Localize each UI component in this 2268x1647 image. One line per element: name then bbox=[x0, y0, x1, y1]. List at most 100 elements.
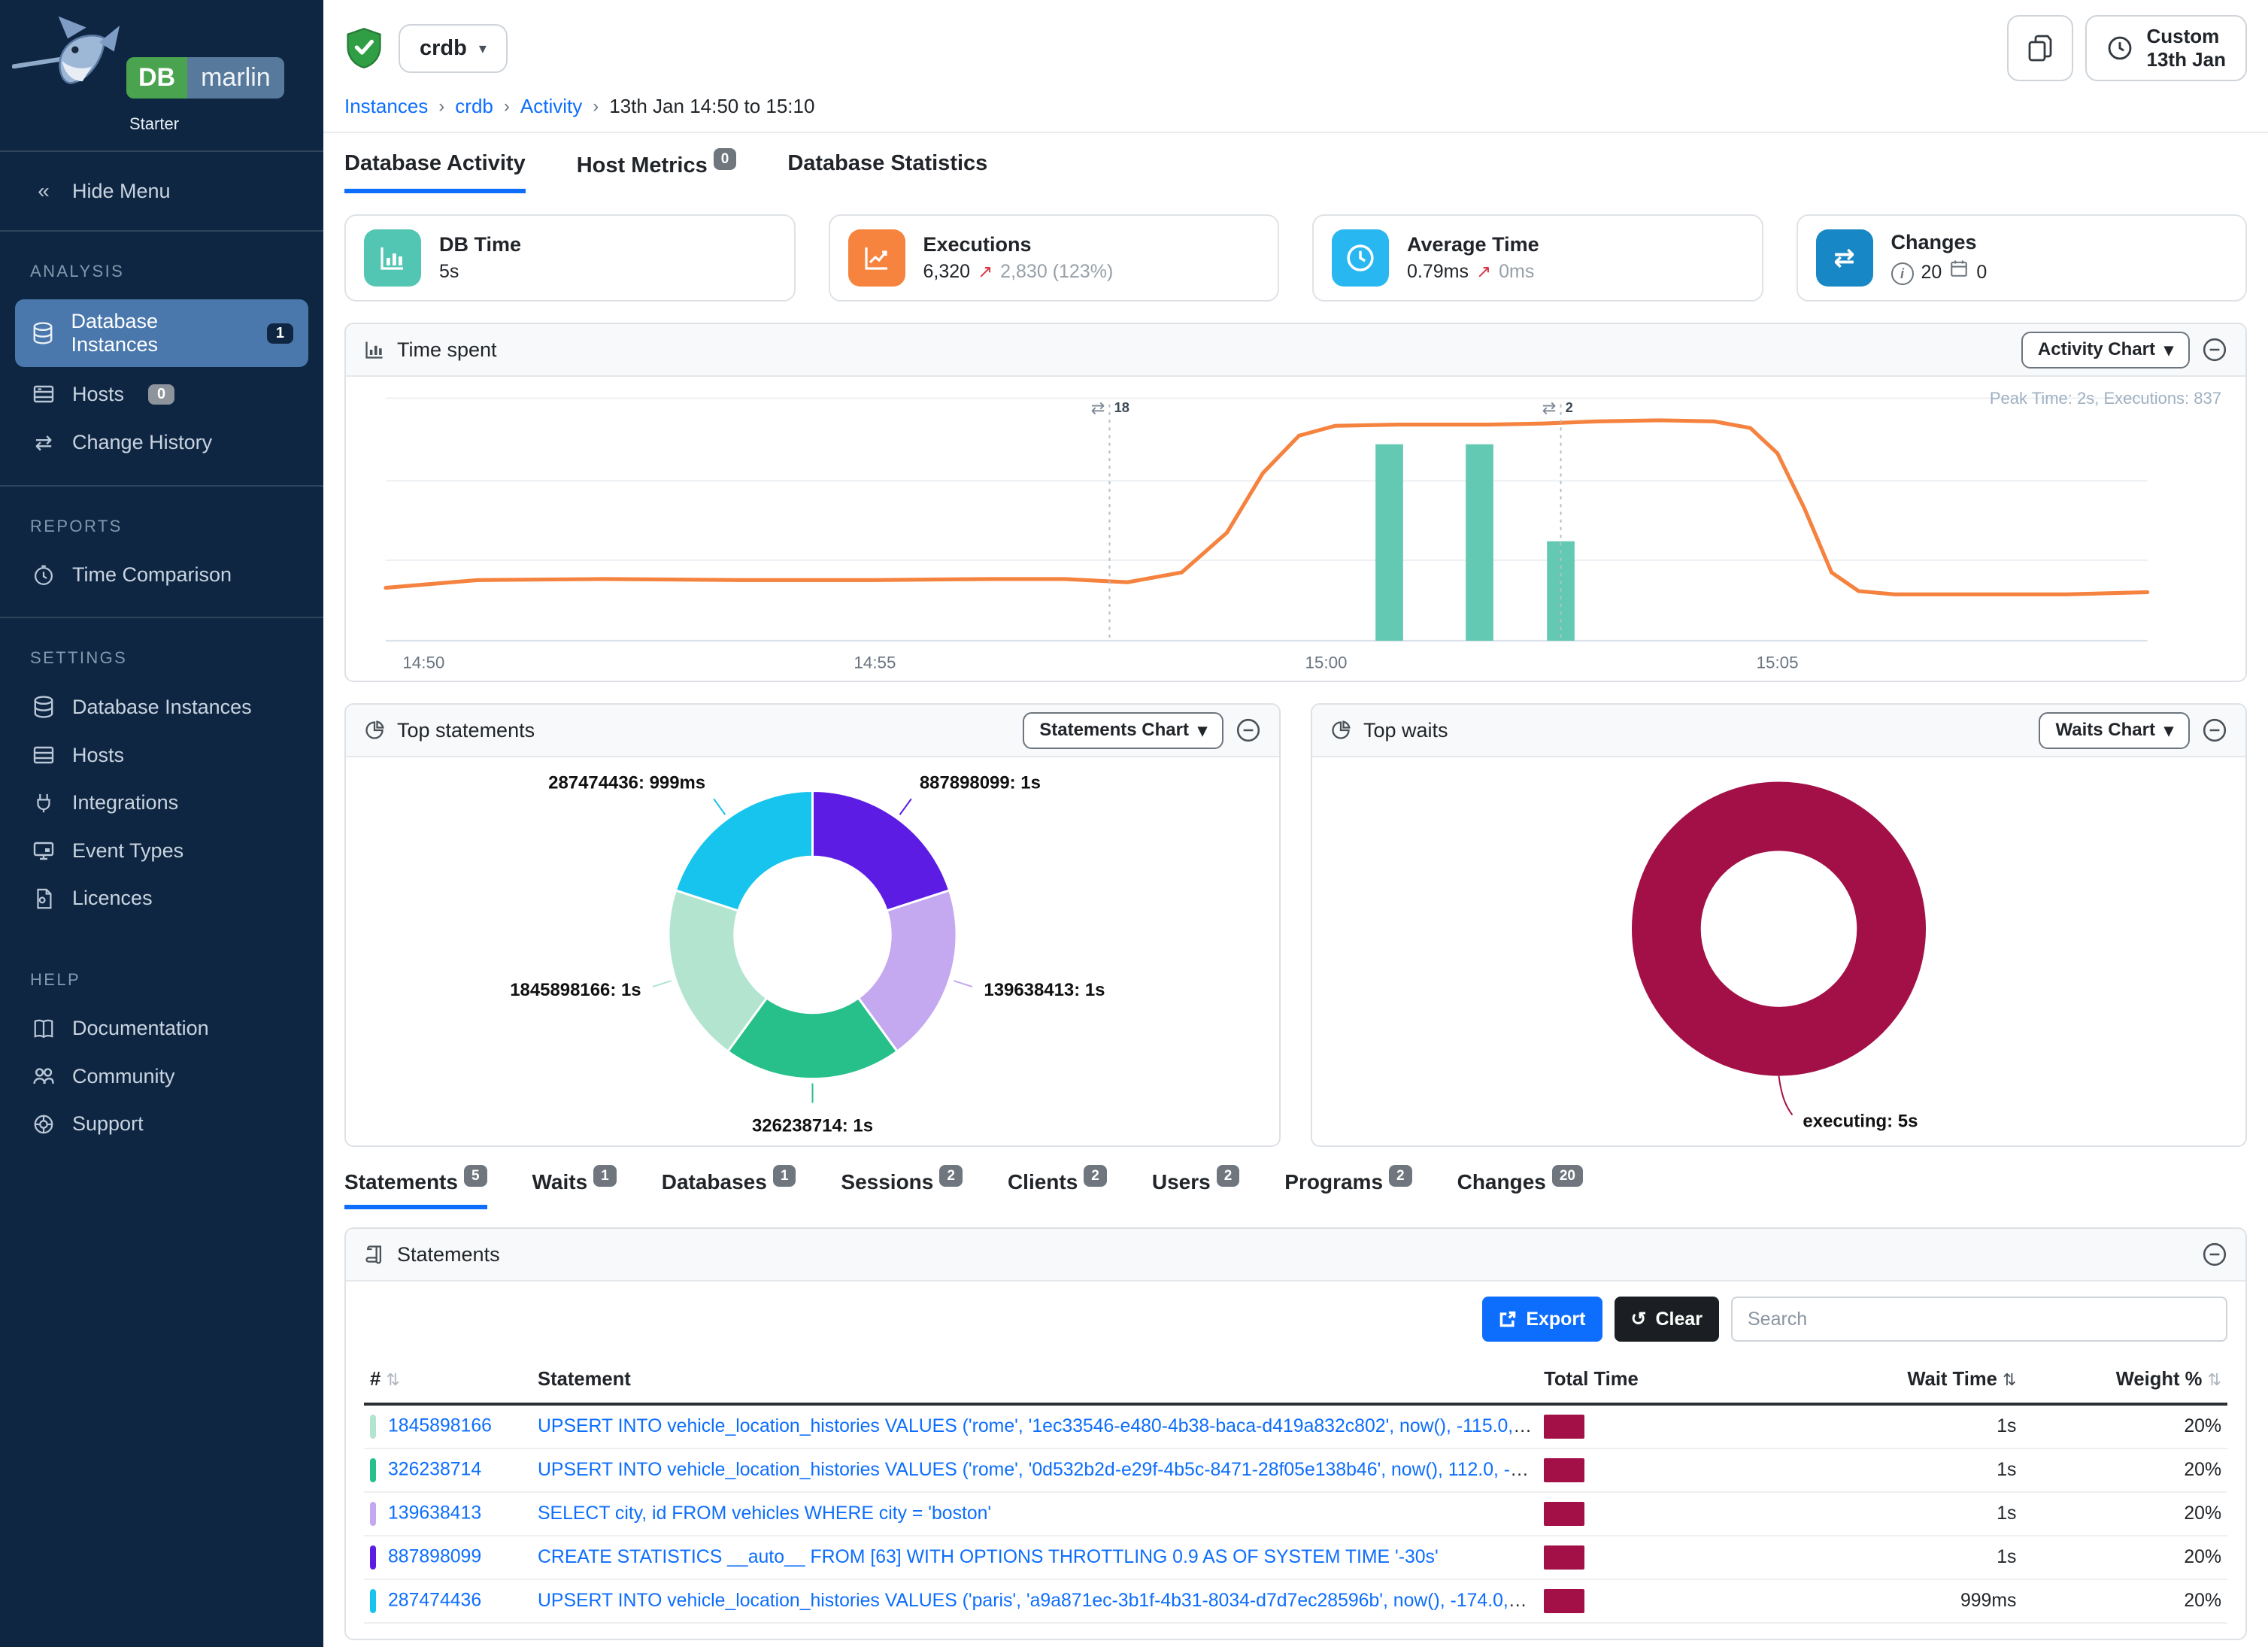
trend-up-icon: ↗ bbox=[1476, 261, 1491, 283]
col-statement[interactable]: Statement bbox=[532, 1357, 1538, 1404]
chart-icon bbox=[364, 339, 385, 360]
tab-databases[interactable]: Databases1 bbox=[662, 1168, 796, 1209]
tab-statements[interactable]: Statements5 bbox=[344, 1168, 487, 1209]
svg-text:⇄: ⇄ bbox=[1542, 399, 1557, 417]
statement-color-chip bbox=[370, 1502, 376, 1526]
sidebar-item-settings-hosts[interactable]: Hosts bbox=[0, 731, 323, 779]
col-id[interactable]: # ⇅ bbox=[364, 1357, 532, 1404]
clock-icon bbox=[2106, 35, 2133, 62]
sidebar-item-time-comparison[interactable]: Time Comparison bbox=[0, 551, 323, 599]
sidebar-item-event-types[interactable]: Event Types bbox=[0, 827, 323, 875]
statement-id-link[interactable]: 887898099 bbox=[388, 1547, 481, 1567]
tab-sessions[interactable]: Sessions2 bbox=[841, 1168, 963, 1209]
sidebar-item-community[interactable]: Community bbox=[0, 1052, 323, 1100]
statement-id-link[interactable]: 139638413 bbox=[388, 1503, 481, 1524]
tab-programs[interactable]: Programs2 bbox=[1284, 1168, 1411, 1209]
breadcrumb-instances[interactable]: Instances bbox=[344, 95, 428, 118]
svg-text:887898099: 1s: 887898099: 1s bbox=[920, 773, 1041, 793]
change-history-icon: ⇄ bbox=[30, 430, 57, 455]
statement-link[interactable]: UPSERT INTO vehicle_location_histories V… bbox=[538, 1591, 1538, 1611]
wait-time-value: 1s bbox=[1818, 1448, 2023, 1492]
col-weight[interactable]: Weight % ⇅ bbox=[2022, 1357, 2227, 1404]
time-range-button[interactable]: Custom 13th Jan bbox=[2085, 15, 2248, 81]
top-waits-header: Top waits Waits Chart▾ bbox=[1312, 705, 2245, 757]
export-button[interactable]: Export bbox=[1482, 1297, 1602, 1342]
sort-icon: ⇅ bbox=[386, 1370, 399, 1389]
app: DBmarlin Starter « Hide Menu ANALYSIS Da… bbox=[0, 0, 2268, 1647]
card-average-time: Average Time 0.79ms ↗ 0ms bbox=[1312, 214, 1763, 302]
breadcrumb-crdb[interactable]: crdb bbox=[455, 95, 493, 118]
sidebar-item-support[interactable]: Support bbox=[0, 1100, 323, 1148]
tab-badge: 2 bbox=[1084, 1165, 1107, 1187]
sidebar-item-change-history[interactable]: ⇄ Change History bbox=[0, 418, 323, 467]
server-icon bbox=[30, 743, 57, 767]
statements-chart-selector[interactable]: Statements Chart▾ bbox=[1023, 712, 1223, 749]
activity-chart-selector[interactable]: Activity Chart▾ bbox=[2021, 332, 2190, 369]
detail-tabs: Statements5 Waits1 Databases1 Sessions2 … bbox=[344, 1168, 2247, 1209]
copy-link-button[interactable] bbox=[2007, 15, 2073, 81]
statement-link[interactable]: SELECT city, id FROM vehicles WHERE city… bbox=[538, 1503, 991, 1524]
trend-up-icon: ↗ bbox=[978, 261, 993, 283]
time-spent-header: Time spent Activity Chart▾ bbox=[346, 324, 2245, 377]
main-content: crdb ▾ Custom 13th Jan Instances bbox=[323, 0, 2268, 1647]
top-waits-donut: executing: 5s bbox=[1312, 760, 2245, 1142]
collapse-panel-icon[interactable] bbox=[2202, 717, 2227, 743]
card-value: 5s bbox=[439, 261, 459, 283]
tab-badge: 1 bbox=[773, 1165, 796, 1187]
collapse-panel-icon[interactable] bbox=[1236, 717, 1261, 743]
tab-database-statistics[interactable]: Database Statistics bbox=[787, 151, 987, 193]
tab-badge: 2 bbox=[1389, 1165, 1412, 1187]
statement-link[interactable]: UPSERT INTO vehicle_location_histories V… bbox=[538, 1416, 1538, 1436]
statement-link[interactable]: UPSERT INTO vehicle_location_histories V… bbox=[538, 1460, 1538, 1480]
breadcrumb-activity[interactable]: Activity bbox=[520, 95, 582, 118]
sidebar-item-documentation[interactable]: Documentation bbox=[0, 1005, 323, 1052]
weight-value: 20% bbox=[2022, 1448, 2227, 1492]
statement-link[interactable]: CREATE STATISTICS __auto__ FROM [63] WIT… bbox=[538, 1547, 1439, 1567]
hide-menu-button[interactable]: « Hide Menu bbox=[0, 167, 323, 215]
scroll-icon bbox=[364, 1244, 385, 1265]
col-wait-time[interactable]: Wait Time ⇅ bbox=[1818, 1357, 2023, 1404]
pie-chart-icon bbox=[364, 720, 385, 741]
sidebar-item-settings-database-instances[interactable]: Database Instances bbox=[0, 683, 323, 731]
tab-changes[interactable]: Changes20 bbox=[1457, 1168, 1583, 1209]
server-icon bbox=[30, 382, 57, 406]
chevron-down-icon: ▾ bbox=[479, 39, 487, 58]
export-icon bbox=[1499, 1310, 1517, 1328]
wait-time-value: 1s bbox=[1818, 1492, 2023, 1536]
clear-button[interactable]: ↺ Clear bbox=[1615, 1297, 1720, 1342]
sidebar-item-hosts[interactable]: Hosts 0 bbox=[0, 370, 323, 418]
wait-time-value: 1s bbox=[1818, 1404, 2023, 1448]
waits-chart-selector[interactable]: Waits Chart▾ bbox=[2039, 712, 2190, 749]
search-input[interactable] bbox=[1731, 1297, 2227, 1342]
table-row: 287474436 UPSERT INTO vehicle_location_h… bbox=[364, 1579, 2227, 1623]
tab-database-activity[interactable]: Database Activity bbox=[344, 151, 526, 193]
tab-clients[interactable]: Clients2 bbox=[1008, 1168, 1107, 1209]
event-types-icon bbox=[30, 839, 57, 863]
sidebar-item-integrations[interactable]: Integrations bbox=[0, 779, 323, 827]
tab-waits[interactable]: Waits1 bbox=[532, 1168, 617, 1209]
tab-users[interactable]: Users2 bbox=[1152, 1168, 1239, 1209]
instance-selector[interactable]: crdb ▾ bbox=[399, 24, 508, 73]
col-total-time[interactable]: Total Time bbox=[1538, 1357, 1818, 1404]
pie-chart-icon bbox=[1330, 720, 1351, 741]
hide-menu-block: « Hide Menu bbox=[0, 152, 323, 232]
collapse-panel-icon[interactable] bbox=[2202, 1242, 2227, 1267]
chevron-down-icon: ▾ bbox=[2164, 720, 2173, 742]
instance-name: crdb bbox=[420, 36, 467, 61]
database-icon bbox=[30, 695, 57, 719]
statement-id-link[interactable]: 326238714 bbox=[388, 1460, 481, 1480]
sidebar-item-label: Documentation bbox=[72, 1017, 209, 1040]
top-statements-body: 887898099: 1s139638413: 1s326238714: 1s1… bbox=[346, 757, 1279, 1145]
statement-id-link[interactable]: 1845898166 bbox=[388, 1416, 492, 1436]
statement-id-link[interactable]: 287474436 bbox=[388, 1591, 481, 1611]
tab-host-metrics[interactable]: Host Metrics0 bbox=[577, 151, 737, 193]
sidebar-item-label: Change History bbox=[72, 431, 212, 454]
wait-time-value: 999ms bbox=[1818, 1579, 2023, 1623]
statement-color-chip bbox=[370, 1458, 376, 1482]
sidebar-item-licences[interactable]: Licences bbox=[0, 875, 323, 922]
table-header-row: # ⇅ Statement Total Time Wait Time ⇅ Wei… bbox=[364, 1357, 2227, 1404]
brand-db: DB bbox=[126, 57, 187, 99]
sidebar-item-database-instances[interactable]: Database Instances 1 bbox=[15, 299, 308, 367]
svg-text:15:05: 15:05 bbox=[1757, 654, 1799, 672]
collapse-panel-icon[interactable] bbox=[2202, 337, 2227, 362]
